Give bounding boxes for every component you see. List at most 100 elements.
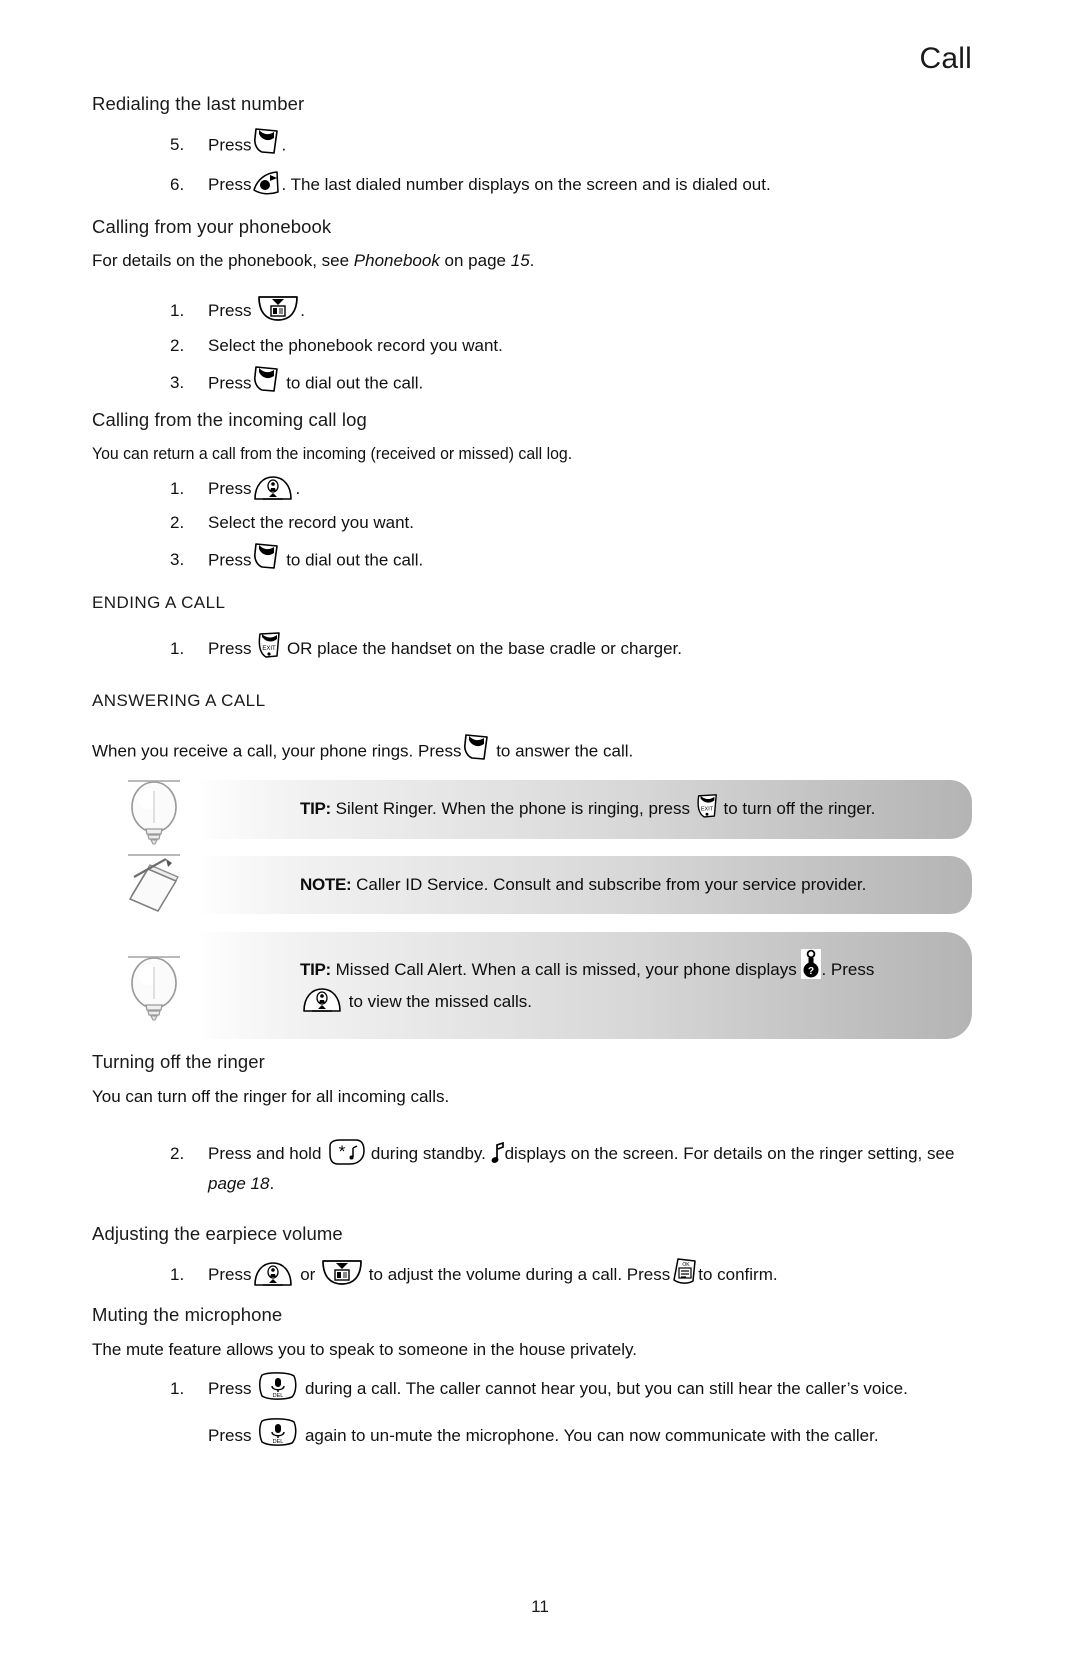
intro-reference: Phonebook <box>353 251 440 271</box>
intro-prefix: For details on the phonebook, see <box>92 251 354 271</box>
list-item: 3. Press to dial out the call. <box>92 543 972 576</box>
section-heading-redial: Redialing the last number <box>92 93 305 114</box>
section-phonebook: Calling from your phonebook For details … <box>92 215 972 399</box>
callout-tip-silent-ringer: TIP: Silent Ringer. When the phone is ri… <box>128 780 972 845</box>
chapter-title: Call <box>919 42 972 75</box>
talk-key-icon <box>251 126 281 156</box>
step-number: 1. <box>170 301 185 321</box>
section-heading-incoming-log: Calling from the incoming call log <box>92 409 367 430</box>
svg-text:?: ? <box>808 966 814 977</box>
section-heading-turning-off-ringer: Turning off the ringer <box>92 1051 265 1072</box>
list-item: 1. Press DEL during a call. The caller c… <box>92 1371 972 1405</box>
step-text-before: Press <box>208 479 252 499</box>
del-mute-key-icon: DEL <box>256 1371 300 1401</box>
step-text-before: Press <box>208 639 252 659</box>
step-number: 5. <box>170 135 185 155</box>
list-item: 2. Select the record you want. <box>92 509 972 536</box>
step-number: 3. <box>170 372 185 392</box>
page-content: Call Redialing the last number 5. Press.… <box>92 0 972 1669</box>
callout-text-after: to view the missed calls. <box>348 991 533 1011</box>
section-heading-phonebook: Calling from your phonebook <box>92 216 332 237</box>
redial-key-icon <box>251 170 281 196</box>
mute-intro: The mute feature allows you to speak to … <box>92 1340 637 1360</box>
ok-key-icon: OK <box>670 1257 698 1285</box>
step-text-after: . <box>295 479 301 499</box>
callout-text-after: to turn off the ringer. <box>723 799 876 818</box>
callout-note-caller-id: NOTE: Caller ID Service. Consult and sub… <box>128 853 972 914</box>
section-incoming-log: Calling from the incoming call log You c… <box>92 408 972 576</box>
step-text-after: to adjust the volume during a call. Pres… <box>368 1265 671 1285</box>
step-text-before: Press and hold <box>208 1144 322 1164</box>
ringer-intro: You can turn off the ringer for all inco… <box>92 1087 450 1107</box>
section-redial: Redialing the last number 5. Press. 6. P… <box>92 92 972 200</box>
step-number: 1. <box>170 1265 185 1285</box>
step-number: 2. <box>170 1144 185 1164</box>
callout-body: TIP: Missed Call Alert. When a call is m… <box>200 932 972 1039</box>
step-number: 2. <box>170 335 185 355</box>
nav-up-key-icon <box>251 475 295 501</box>
step-text-after: to dial out the call. <box>286 550 424 570</box>
step-text-before: Press <box>208 1379 252 1399</box>
step-text-before: Press <box>208 135 252 155</box>
callout-tip-missed-call: TIP: Missed Call Alert. When a call is m… <box>128 932 972 1039</box>
missed-call-icon: ? <box>801 948 822 979</box>
section-earpiece-volume: Adjusting the earpiece volume 1. Press o… <box>92 1222 972 1290</box>
star-key-icon: * <box>326 1138 366 1166</box>
step-text: Press or to adjust the volume during a c… <box>208 1257 972 1290</box>
list-item: 3. Press to dial out the call. <box>92 365 972 399</box>
nav-up-key-icon <box>251 1261 295 1287</box>
intro-suffix: . <box>529 251 535 271</box>
callout-body: NOTE: Caller ID Service. Consult and sub… <box>200 856 972 914</box>
svg-text:EXIT: EXIT <box>263 646 277 652</box>
step-number: 1. <box>170 1379 185 1399</box>
step-text-before: Press <box>208 1265 252 1285</box>
followup-before: Press <box>208 1425 252 1445</box>
section-heading-answering-call: ANSWERING A CALL <box>92 691 266 710</box>
step-text: Press. <box>208 128 972 161</box>
intro-after: to answer the call. <box>496 741 634 761</box>
step-reference: page 18 <box>208 1173 270 1193</box>
step-text: Press . <box>208 295 972 326</box>
callout-text-before: Missed Call Alert. When a call is missed… <box>330 960 797 979</box>
callout-body: TIP: Silent Ringer. When the phone is ri… <box>200 780 972 839</box>
list-item: 6. Press . The last dialed number display… <box>92 170 972 200</box>
callout-text-before: Caller ID Service. Consult and subscribe… <box>351 875 867 894</box>
callout-label: NOTE: <box>300 875 352 894</box>
svg-text:DEL: DEL <box>273 1393 284 1399</box>
step-text-before: Press <box>208 373 252 393</box>
step-text: Press to dial out the call. <box>208 365 972 399</box>
svg-text:DEL: DEL <box>273 1439 284 1445</box>
list-item-followup: Press DEL again to un-mute the microphon… <box>92 1418 972 1452</box>
svg-text:EXIT: EXIT <box>701 806 714 812</box>
section-muting-microphone: Muting the microphone The mute feature a… <box>92 1303 972 1451</box>
step-text-after: . <box>300 301 305 321</box>
svg-text:OK: OK <box>683 1262 691 1268</box>
callout-text: NOTE: Caller ID Service. Consult and sub… <box>300 872 942 898</box>
nav-up-key-icon <box>300 987 344 1013</box>
page-number: 11 <box>531 1597 549 1616</box>
step-number: 2. <box>170 512 185 532</box>
manual-page: Call Redialing the last number 5. Press.… <box>0 0 1080 1669</box>
step-text-after: during a call. The caller cannot hear yo… <box>304 1379 908 1399</box>
talk-key-icon <box>251 541 281 571</box>
callout-text-before: Silent Ringer. When the phone is ringing… <box>330 799 691 818</box>
phonebook-intro: For details on the phonebook, see Phoneb… <box>92 250 972 273</box>
del-mute-key-icon: DEL <box>256 1417 300 1447</box>
callout-text: TIP: Silent Ringer. When the phone is ri… <box>300 793 942 823</box>
list-item: 2. Press and hold * during standby. disp… <box>92 1138 972 1199</box>
exit-key-icon: EXIT <box>256 631 282 659</box>
step-text-before: Press <box>208 175 252 195</box>
step-text-after: to dial out the call. <box>286 373 424 393</box>
list-item: 1. Press. <box>92 475 972 503</box>
list-item: 1. Press . <box>92 295 972 326</box>
note-paper-pencil-icon <box>122 847 190 923</box>
step-text-after: . <box>281 135 287 155</box>
section-heading-muting-microphone: Muting the microphone <box>92 1304 283 1325</box>
step-number: 1. <box>170 479 185 499</box>
step-text: Select the record you want. <box>208 512 415 532</box>
followup-after: again to un-mute the microphone. You can… <box>304 1425 879 1445</box>
step-text: Press . The last dialed number displays o… <box>208 170 972 200</box>
section-turning-off-ringer: Turning off the ringer You can turn off … <box>92 1050 972 1199</box>
step-text: Press DEL during a call. The caller cann… <box>208 1371 972 1405</box>
step-text-after2: . <box>269 1173 275 1193</box>
